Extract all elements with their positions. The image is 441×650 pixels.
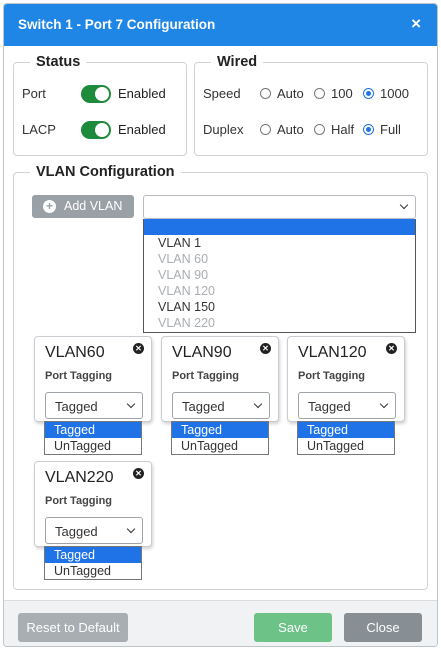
close-button[interactable]: Close — [344, 613, 422, 642]
duplex-full-radio[interactable] — [363, 124, 374, 135]
duplex-auto-label: Auto — [277, 122, 304, 137]
wired-fieldset: Wired — [194, 54, 428, 156]
port-tagging-value: Tagged — [55, 399, 98, 414]
port-tagging-select[interactable]: Tagged — [45, 392, 143, 419]
vlan-option-highlight[interactable] — [144, 219, 415, 235]
tag-option-tagged[interactable]: Tagged — [45, 422, 141, 438]
vlan-option: VLAN 60 — [158, 252, 209, 266]
duplex-full-label: Full — [380, 122, 401, 137]
close-icon[interactable]: × — [411, 15, 421, 33]
speed-auto-radio[interactable] — [260, 88, 271, 99]
speed-1000-radio[interactable] — [363, 88, 374, 99]
status-fieldset: Status — [13, 54, 187, 156]
vlan-legend: VLAN Configuration — [36, 164, 175, 180]
vlan-card-title: VLAN220 — [45, 469, 114, 486]
speed-label: Speed — [203, 86, 241, 101]
duplex-label: Duplex — [203, 122, 244, 137]
tag-option-untagged[interactable]: UnTagged — [45, 563, 141, 579]
dialog-footer: Reset to Default Save Close — [4, 600, 437, 646]
lacp-label: LACP — [22, 122, 56, 137]
vlan-card-title: VLAN90 — [172, 344, 232, 361]
duplex-half-radio[interactable] — [314, 124, 325, 135]
tag-option-tagged[interactable]: Tagged — [298, 422, 394, 438]
add-vlan-label: Add VLAN — [64, 199, 123, 213]
port-tagging-label: Port Tagging — [172, 370, 240, 382]
port-tagging-value: Tagged — [182, 399, 225, 414]
remove-circle-icon[interactable]: ✕ — [133, 343, 144, 354]
speed-auto-label: Auto — [277, 86, 304, 101]
dialog-title: Switch 1 - Port 7 Configuration — [18, 17, 216, 32]
chevron-down-icon — [253, 399, 263, 409]
tag-option-tagged[interactable]: Tagged — [172, 422, 268, 438]
reset-button[interactable]: Reset to Default — [18, 613, 128, 642]
vlan-select[interactable] — [143, 195, 416, 219]
duplex-half-label: Half — [331, 122, 355, 137]
status-legend: Status — [36, 54, 81, 70]
tag-option-untagged[interactable]: UnTagged — [298, 438, 394, 454]
remove-circle-icon[interactable]: ✕ — [133, 468, 144, 479]
vlan-card-90: VLAN90 ✕ Port Tagging Tagged — [161, 336, 279, 422]
lacp-toggle[interactable] — [81, 121, 111, 139]
port-tagging-label: Port Tagging — [298, 370, 366, 382]
duplex-auto-radio[interactable] — [260, 124, 271, 135]
vlan-dropdown-list: VLAN 1 VLAN 60 VLAN 90 VLAN 120 VLAN 150… — [143, 219, 416, 333]
port-tagging-select[interactable]: Tagged — [172, 392, 270, 419]
remove-circle-icon[interactable]: ✕ — [386, 343, 397, 354]
vlan-option: VLAN 90 — [158, 268, 209, 282]
port-tagging-label: Port Tagging — [45, 370, 113, 382]
port-tagging-options: Tagged UnTagged — [44, 546, 142, 580]
chevron-down-icon — [126, 524, 136, 534]
plus-circle-icon: + — [43, 200, 56, 213]
vlan-option: VLAN 120 — [158, 284, 215, 298]
chevron-down-icon — [126, 399, 136, 409]
speed-100-radio[interactable] — [314, 88, 325, 99]
port-config-dialog: Switch 1 - Port 7 Configuration × Status… — [3, 3, 438, 647]
tag-option-tagged[interactable]: Tagged — [45, 547, 141, 563]
vlan-card-220: VLAN220 ✕ Port Tagging Tagged — [34, 461, 152, 547]
port-tagging-select[interactable]: Tagged — [298, 392, 396, 419]
add-vlan-button[interactable]: + Add VLAN — [32, 195, 134, 218]
port-tagging-value: Tagged — [55, 524, 98, 539]
chevron-down-icon — [379, 399, 389, 409]
port-toggle[interactable] — [81, 85, 111, 103]
port-tagging-options: Tagged UnTagged — [44, 421, 142, 455]
port-tagging-select[interactable]: Tagged — [45, 517, 143, 544]
vlan-card-60: VLAN60 ✕ Port Tagging Tagged — [34, 336, 152, 422]
vlan-card-title: VLAN120 — [298, 344, 367, 361]
save-button[interactable]: Save — [254, 613, 332, 642]
port-tagging-options: Tagged UnTagged — [171, 421, 269, 455]
speed-1000-label: 1000 — [380, 86, 409, 101]
title-bar: Switch 1 - Port 7 Configuration × — [4, 4, 437, 46]
port-tagging-value: Tagged — [308, 399, 351, 414]
toggle-knob — [95, 87, 109, 101]
port-label: Port — [22, 86, 46, 101]
tag-option-untagged[interactable]: UnTagged — [172, 438, 268, 454]
tag-option-untagged[interactable]: UnTagged — [45, 438, 141, 454]
vlan-card-title: VLAN60 — [45, 344, 105, 361]
speed-100-label: 100 — [331, 86, 353, 101]
vlan-option[interactable]: VLAN 150 — [158, 300, 215, 314]
vlan-option: VLAN 220 — [158, 316, 215, 330]
port-tagging-label: Port Tagging — [45, 495, 113, 507]
toggle-knob — [95, 123, 109, 137]
vlan-card-120: VLAN120 ✕ Port Tagging Tagged — [287, 336, 405, 422]
wired-legend: Wired — [217, 54, 258, 70]
chevron-down-icon — [399, 200, 409, 210]
lacp-state: Enabled — [118, 122, 166, 137]
vlan-option[interactable]: VLAN 1 — [158, 236, 201, 250]
remove-circle-icon[interactable]: ✕ — [260, 343, 271, 354]
port-tagging-options: Tagged UnTagged — [297, 421, 395, 455]
port-state: Enabled — [118, 86, 166, 101]
